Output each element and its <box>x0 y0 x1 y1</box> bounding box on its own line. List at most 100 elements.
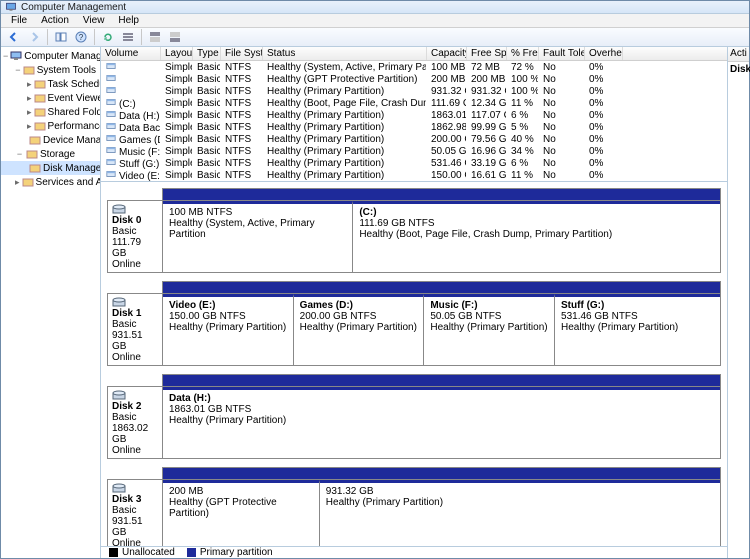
tree-item[interactable]: −Storage <box>1 147 100 161</box>
expander-icon[interactable]: ▸ <box>27 108 32 117</box>
actions-pane[interactable]: Acti Disk <box>727 47 749 558</box>
partition-status: Healthy (GPT Protective Partition) <box>169 497 313 519</box>
partition[interactable]: Music (F:)50.05 GB NTFSHealthy (Primary … <box>423 294 554 365</box>
volume-pfree: 34 % <box>507 146 539 157</box>
menu-view[interactable]: View <box>77 14 111 27</box>
volume-row[interactable]: SimpleBasicNTFSHealthy (System, Active, … <box>101 61 727 73</box>
col-type[interactable]: Type <box>193 47 221 60</box>
volume-free: 16.61 GB <box>467 170 507 181</box>
disk-graphical-pane[interactable]: Disk 0Basic111.79 GBOnline100 MB NTFSHea… <box>101 182 727 546</box>
volume-free: 79.56 GB <box>467 134 507 145</box>
volume-ft: No <box>539 170 585 181</box>
disk-name: Disk 0 <box>112 215 158 226</box>
svg-text:?: ? <box>79 33 84 42</box>
expander-icon[interactable]: ▸ <box>15 178 20 187</box>
col-ft[interactable]: Fault Tolerance <box>539 47 585 60</box>
expander-icon[interactable]: − <box>15 66 21 75</box>
partition[interactable]: Stuff (G:)531.46 GB NTFSHealthy (Primary… <box>554 294 720 365</box>
volume-row[interactable]: Video (E:)SimpleBasicNTFSHealthy (Primar… <box>101 169 727 181</box>
expander-icon[interactable]: ▸ <box>27 94 32 103</box>
col-volume[interactable]: Volume <box>101 47 161 60</box>
col-overhead[interactable]: Overhead <box>585 47 623 60</box>
partition[interactable]: 100 MB NTFSHealthy (System, Active, Prim… <box>163 201 352 272</box>
expander-icon[interactable]: ▸ <box>27 80 32 89</box>
expander-icon[interactable]: ▸ <box>27 122 32 131</box>
partition[interactable]: 931.32 GBHealthy (Primary Partition) <box>319 480 720 546</box>
tree-item[interactable]: −System Tools <box>1 63 100 77</box>
volume-icon <box>105 145 117 155</box>
tree-item[interactable]: Disk Management <box>1 161 100 175</box>
view-top-button[interactable] <box>146 28 164 46</box>
actions-section[interactable]: Disk <box>728 62 749 77</box>
partition-desc: 200 MB <box>169 486 313 497</box>
disk-info[interactable]: Disk 3Basic931.51 GBOnline <box>108 480 163 546</box>
volume-row[interactable]: Games (D:)SimpleBasicNTFSHealthy (Primar… <box>101 133 727 145</box>
partition-wrap: 100 MB NTFSHealthy (System, Active, Prim… <box>163 201 720 272</box>
disk-size: 931.51 GB <box>112 330 158 352</box>
col-layout[interactable]: Layout <box>161 47 193 60</box>
volume-row[interactable]: Music (F:)SimpleBasicNTFSHealthy (Primar… <box>101 145 727 157</box>
partition[interactable]: Data (H:)1863.01 GB NTFSHealthy (Primary… <box>163 387 720 458</box>
disk-info[interactable]: Disk 2Basic1863.02 GBOnline <box>108 387 163 458</box>
volume-overhead: 0% <box>585 62 623 73</box>
tree-root[interactable]: − Computer Management (Local <box>1 49 100 63</box>
volume-fs: NTFS <box>221 86 263 97</box>
show-hide-tree-button[interactable] <box>52 28 70 46</box>
expander-icon[interactable]: − <box>3 52 8 61</box>
tree-item[interactable]: ▸ Event Viewer <box>1 91 100 105</box>
volume-capacity: 200 MB <box>427 74 467 85</box>
volume-pfree: 100 % <box>507 86 539 97</box>
col-pfree[interactable]: % Free <box>507 47 539 60</box>
disk-info[interactable]: Disk 0Basic111.79 GBOnline <box>108 201 163 272</box>
refresh-button[interactable] <box>99 28 117 46</box>
volume-pfree: 5 % <box>507 122 539 133</box>
disk-state: Online <box>112 352 158 363</box>
disk-size: 1863.02 GB <box>112 423 158 445</box>
menubar: File Action View Help <box>1 14 749 28</box>
back-button[interactable] <box>5 28 23 46</box>
tree-label: Shared Folders <box>48 107 101 118</box>
tree-label: Event Viewer <box>48 93 101 104</box>
volume-fs: NTFS <box>221 110 263 121</box>
col-fs[interactable]: File System <box>221 47 263 60</box>
partition-name: Video (E:) <box>169 300 287 311</box>
col-status[interactable]: Status <box>263 47 427 60</box>
partition-desc: 531.46 GB NTFS <box>561 311 714 322</box>
partition[interactable]: (C:)111.69 GB NTFSHealthy (Boot, Page Fi… <box>352 201 720 272</box>
volume-row[interactable]: Data Backup (L:)SimpleBasicNTFSHealthy (… <box>101 121 727 133</box>
titlebar[interactable]: Computer Management <box>1 1 749 14</box>
view-list-button[interactable] <box>119 28 137 46</box>
menu-help[interactable]: Help <box>112 14 145 27</box>
view-bottom-button[interactable] <box>166 28 184 46</box>
partition[interactable]: 200 MBHealthy (GPT Protective Partition) <box>163 480 319 546</box>
partition-name: Games (D:) <box>300 300 418 311</box>
help-button[interactable]: ? <box>72 28 90 46</box>
volume-type: Basic <box>193 170 221 181</box>
volume-row[interactable]: Data (H:)SimpleBasicNTFSHealthy (Primary… <box>101 109 727 121</box>
col-capacity[interactable]: Capacity <box>427 47 467 60</box>
nav-tree[interactable]: − Computer Management (Local −System Too… <box>1 47 101 558</box>
volume-list[interactable]: SimpleBasicNTFSHealthy (System, Active, … <box>101 61 727 182</box>
partition[interactable]: Video (E:)150.00 GB NTFSHealthy (Primary… <box>163 294 293 365</box>
expander-icon[interactable]: − <box>15 150 24 159</box>
tree-item[interactable]: ▸Task Scheduler <box>1 77 100 91</box>
tree-item[interactable]: ▸ Shared Folders <box>1 105 100 119</box>
volume-icon <box>105 109 117 119</box>
volume-row[interactable]: Stuff (G:)SimpleBasicNTFSHealthy (Primar… <box>101 157 727 169</box>
volume-free: 931.32 GB <box>467 86 507 97</box>
volume-row[interactable]: SimpleBasicNTFSHealthy (GPT Protective P… <box>101 73 727 85</box>
partition[interactable]: Games (D:)200.00 GB NTFSHealthy (Primary… <box>293 294 424 365</box>
tree-item[interactable]: Device Manager <box>1 133 100 147</box>
tree-item[interactable]: ▸Performance <box>1 119 100 133</box>
col-free[interactable]: Free Space <box>467 47 507 60</box>
tree-item[interactable]: ▸Services and Applications <box>1 175 100 189</box>
volume-row[interactable]: SimpleBasicNTFSHealthy (Primary Partitio… <box>101 85 727 97</box>
disk-info[interactable]: Disk 1Basic931.51 GBOnline <box>108 294 163 365</box>
volume-overhead: 0% <box>585 86 623 97</box>
volume-row[interactable]: (C:)SimpleBasicNTFSHealthy (Boot, Page F… <box>101 97 727 109</box>
menu-file[interactable]: File <box>5 14 33 27</box>
forward-button[interactable] <box>25 28 43 46</box>
volume-layout: Simple <box>161 74 193 85</box>
volume-icon <box>105 61 117 71</box>
menu-action[interactable]: Action <box>35 14 75 27</box>
